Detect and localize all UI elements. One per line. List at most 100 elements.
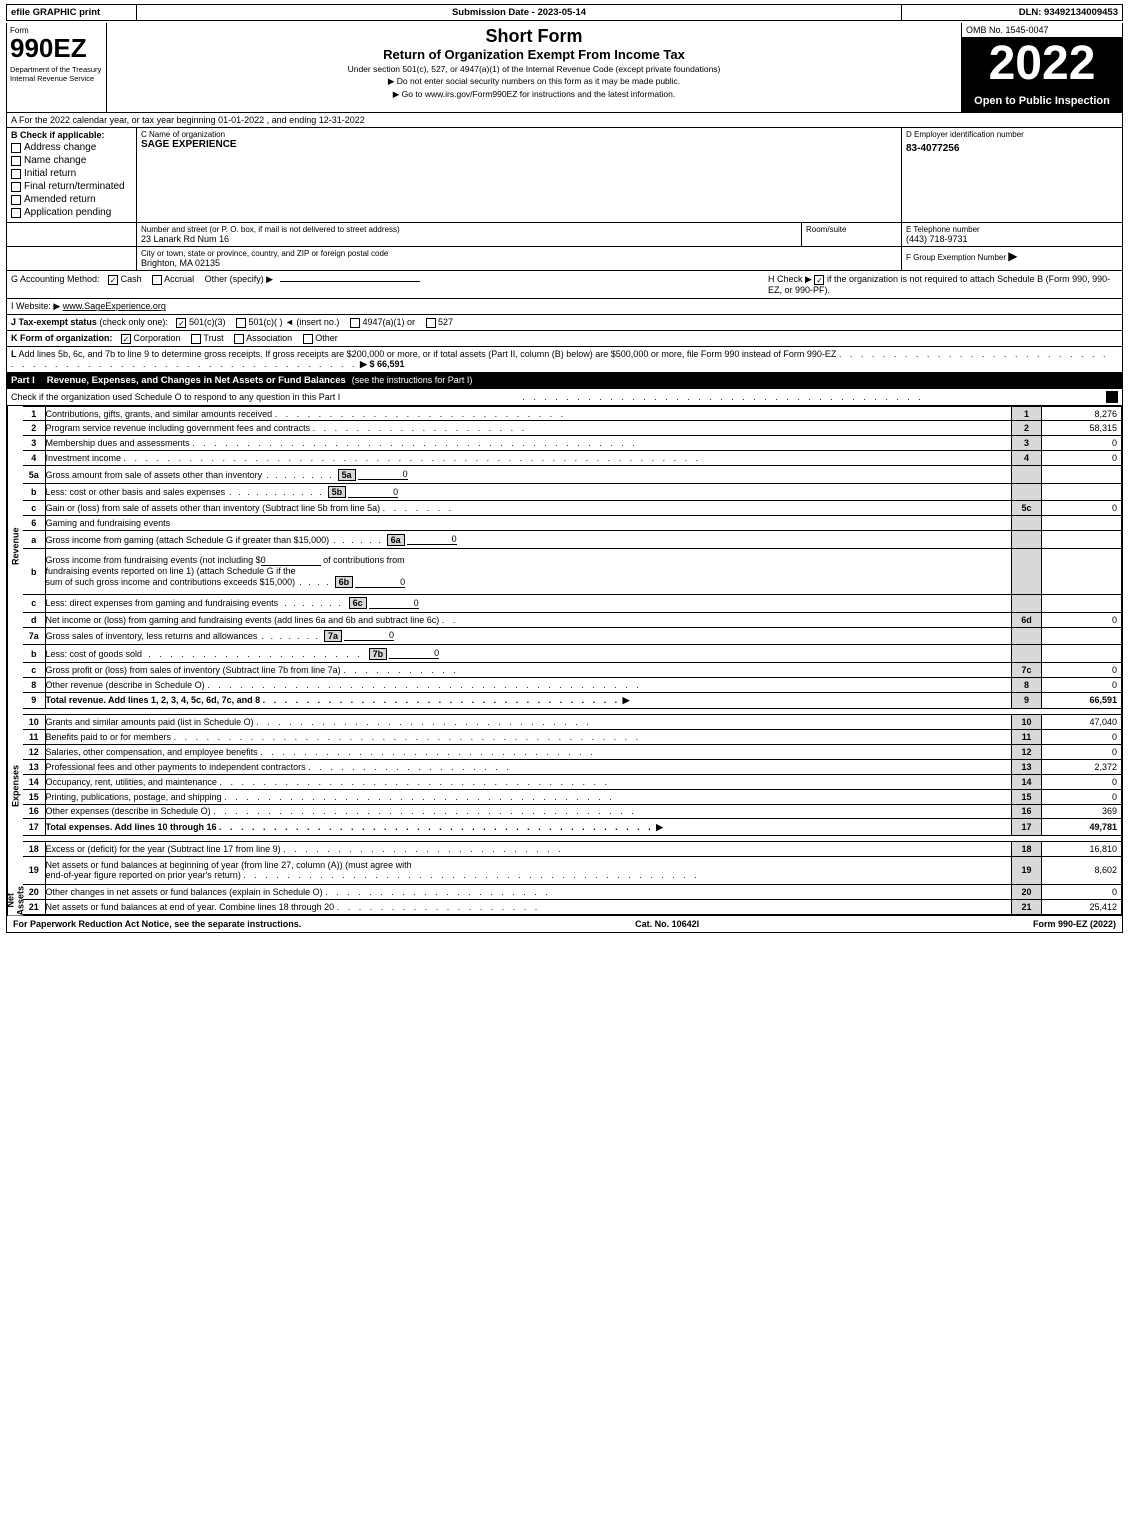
amended-return-checkbox[interactable] <box>11 195 21 205</box>
table-row: 4 Investment income . . . . . . . . . . … <box>23 451 1122 466</box>
501c-label: 501(c)( ) ◄ (insert no.) <box>249 317 340 327</box>
i-label: I Website: ▶ <box>11 301 60 311</box>
row-6a-lineid <box>1012 531 1042 549</box>
section-a-text: A For the 2022 calendar year, or tax yea… <box>11 115 365 125</box>
name-change-checkbox[interactable] <box>11 156 21 166</box>
table-row: 9 Total revenue. Add lines 1, 2, 3, 4, 5… <box>23 692 1122 708</box>
table-row: 12 Salaries, other compensation, and emp… <box>23 744 1122 759</box>
row-8-desc: Other revenue (describe in Schedule O) .… <box>45 677 1012 692</box>
table-row: c Gain or (loss) from sale of assets oth… <box>23 501 1122 516</box>
row-bcd: B Check if applicable: Address change Na… <box>6 128 1123 223</box>
application-pending-label: Application pending <box>24 207 111 218</box>
part1-label: Part I <box>11 375 35 386</box>
row-6d-amount: 0 <box>1042 612 1122 627</box>
row-17-amount: 49,781 <box>1042 819 1122 835</box>
row-16-desc: Other expenses (describe in Schedule O) … <box>45 804 1012 819</box>
table-row: 6 Gaming and fundraising events <box>23 516 1122 531</box>
table-row: b Gross income from fundraising events (… <box>23 548 1122 594</box>
row-10-lineid: 10 <box>1012 714 1042 729</box>
row-k: K Form of organization: ✓ Corporation Tr… <box>6 331 1123 347</box>
subtitle: Under section 501(c), 527, or 4947(a)(1)… <box>110 64 958 74</box>
city-main: City or town, state or province, country… <box>137 247 902 270</box>
row-7a-lineid <box>1012 627 1042 645</box>
table-row: 2 Program service revenue including gove… <box>23 421 1122 436</box>
footer-cat: Cat. No. 10642I <box>635 919 699 929</box>
501c3-label: 501(c)(3) <box>189 317 226 327</box>
cash-label: Cash <box>121 274 142 284</box>
row-19-lineid: 19 <box>1012 856 1042 884</box>
table-row: b Less: cost or other basis and sales ex… <box>23 483 1122 501</box>
table-row: 8 Other revenue (describe in Schedule O)… <box>23 677 1122 692</box>
row-6a-amount <box>1042 531 1122 549</box>
row-6-lineid <box>1012 516 1042 531</box>
row-15-amount: 0 <box>1042 789 1122 804</box>
part1-check-text: Check if the organization used Schedule … <box>11 392 340 402</box>
expenses-side-label: Expenses <box>7 686 23 886</box>
part1-check-box[interactable]: ✓ <box>1106 391 1118 403</box>
table-row: d Net income or (loss) from gaming and f… <box>23 612 1122 627</box>
row-13-desc: Professional fees and other payments to … <box>45 759 1012 774</box>
check-final-return: Final return/terminated <box>11 181 132 192</box>
part1-check-dots: . . . . . . . . . . . . . . . . . . . . … <box>522 392 924 402</box>
row-6c-desc: Less: direct expenses from gaming and fu… <box>45 595 1012 613</box>
row-7b-num: b <box>23 645 45 663</box>
amended-return-label: Amended return <box>24 194 96 205</box>
k-association: Association <box>234 333 295 343</box>
table-row: 15 Printing, publications, postage, and … <box>23 789 1122 804</box>
other-label: Other <box>315 333 338 343</box>
row-6b-num: b <box>23 548 45 594</box>
row-6d-desc: Net income or (loss) from gaming and fun… <box>45 612 1012 627</box>
h-checkbox[interactable]: ✓ <box>814 275 824 285</box>
row-16-num: 16 <box>23 804 45 819</box>
row-7a-amount <box>1042 627 1122 645</box>
row-tax-exempt: J Tax-exempt status (check only one): ✓ … <box>6 315 1123 331</box>
corporation-checkbox[interactable]: ✓ <box>121 334 131 344</box>
row-14-desc: Occupancy, rent, utilities, and maintena… <box>45 774 1012 789</box>
b-label: B Check if applicable: <box>11 130 132 140</box>
other-checkbox[interactable] <box>303 334 313 344</box>
row-7c-num: c <box>23 662 45 677</box>
ein-value: 83-4077256 <box>906 143 1118 154</box>
check-initial-return: Initial return <box>11 168 132 179</box>
association-checkbox[interactable] <box>234 334 244 344</box>
website-url[interactable]: www.SageExperience.org <box>63 301 166 311</box>
submission-label: Submission Date - 2023-05-14 <box>137 5 902 20</box>
row-7a-num: 7a <box>23 627 45 645</box>
row-5c-num: c <box>23 501 45 516</box>
table-row: 5a Gross amount from sale of assets othe… <box>23 466 1122 484</box>
application-pending-checkbox[interactable] <box>11 208 21 218</box>
row-15-num: 15 <box>23 789 45 804</box>
final-return-checkbox[interactable] <box>11 182 21 192</box>
row-6c-amount <box>1042 595 1122 613</box>
acct-left: G Accounting Method: ✓ Cash Accrual Othe… <box>11 274 768 285</box>
trust-checkbox[interactable] <box>191 334 201 344</box>
part1-check-row: Check if the organization used Schedule … <box>6 389 1123 406</box>
l-text: L Add lines 5b, 6c, and 7b to line 9 to … <box>11 349 836 359</box>
table-row: 17 Total expenses. Add lines 10 through … <box>23 819 1122 835</box>
row-21-desc: Net assets or fund balances at end of ye… <box>45 900 1012 915</box>
4947-label: 4947(a)(1) or <box>362 317 415 327</box>
accrual-checkbox[interactable] <box>152 275 162 285</box>
row-5a-amount <box>1042 466 1122 484</box>
row-1-num: 1 <box>23 406 45 421</box>
row-20-desc: Other changes in net assets or fund bala… <box>45 885 1012 900</box>
cash-checkbox[interactable]: ✓ <box>108 275 118 285</box>
row-12-lineid: 12 <box>1012 744 1042 759</box>
part1-instructions: (see the instructions for Part I) <box>352 375 473 385</box>
row-city: City or town, state or province, country… <box>6 247 1123 271</box>
address-change-checkbox[interactable] <box>11 143 21 153</box>
527-checkbox[interactable] <box>426 318 436 328</box>
row-5c-lineid: 5c <box>1012 501 1042 516</box>
row-15-desc: Printing, publications, postage, and shi… <box>45 789 1012 804</box>
row-11-desc: Benefits paid to or for members . . . . … <box>45 729 1012 744</box>
initial-return-checkbox[interactable] <box>11 169 21 179</box>
table-row: 10 Grants and similar amounts paid (list… <box>23 714 1122 729</box>
501c3-checkbox[interactable]: ✓ <box>176 318 186 328</box>
501c-checkbox[interactable] <box>236 318 246 328</box>
row-l: L Add lines 5b, 6c, and 7b to line 9 to … <box>6 347 1123 373</box>
row-7c-lineid: 7c <box>1012 662 1042 677</box>
table-row: 14 Occupancy, rent, utilities, and maint… <box>23 774 1122 789</box>
table-row: a Gross income from gaming (attach Sched… <box>23 531 1122 549</box>
4947-checkbox[interactable] <box>350 318 360 328</box>
row-2-lineid: 2 <box>1012 421 1042 436</box>
